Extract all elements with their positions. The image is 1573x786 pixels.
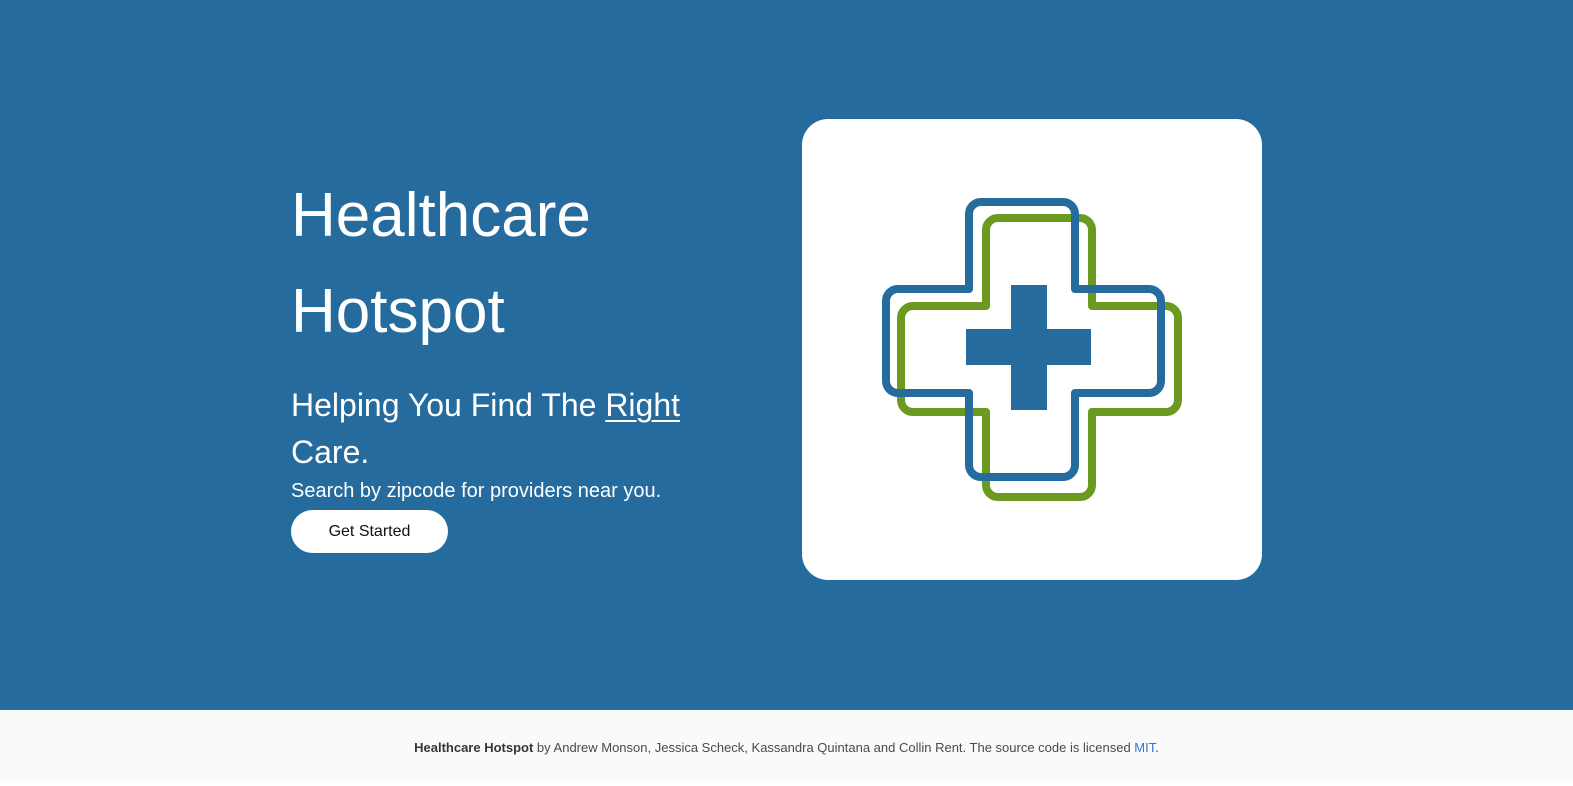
tagline-emphasis: Right <box>605 387 681 423</box>
footer-period: . <box>1155 740 1159 755</box>
tagline-start: Helping You Find The <box>291 387 606 423</box>
logo-card <box>802 119 1262 580</box>
footer-brand: Healthcare Hotspot <box>414 740 534 755</box>
mit-license-link[interactable]: MIT <box>1134 740 1155 755</box>
medical-cross-logo-icon <box>882 198 1182 501</box>
page-title-line-1: Healthcare <box>291 181 591 250</box>
inner-cross-horizontal <box>966 329 1091 365</box>
tagline: Helping You Find The Right Care. <box>291 382 731 476</box>
hero-section: Healthcare Hotspot Helping You Find The … <box>0 0 1573 710</box>
hero-description: Search by zipcode for providers near you… <box>291 480 662 502</box>
tagline-end: Care. <box>291 434 370 470</box>
get-started-button[interactable]: Get Started <box>291 510 448 553</box>
footer: Healthcare Hotspot by Andrew Monson, Jes… <box>0 710 1573 783</box>
page-title-line-2: Hotspot <box>291 277 505 346</box>
hero-text: Healthcare Hotspot Helping You Find The … <box>291 168 731 553</box>
page-title: Healthcare Hotspot <box>291 168 731 360</box>
footer-credits: by Andrew Monson, Jessica Scheck, Kassan… <box>533 740 1135 755</box>
